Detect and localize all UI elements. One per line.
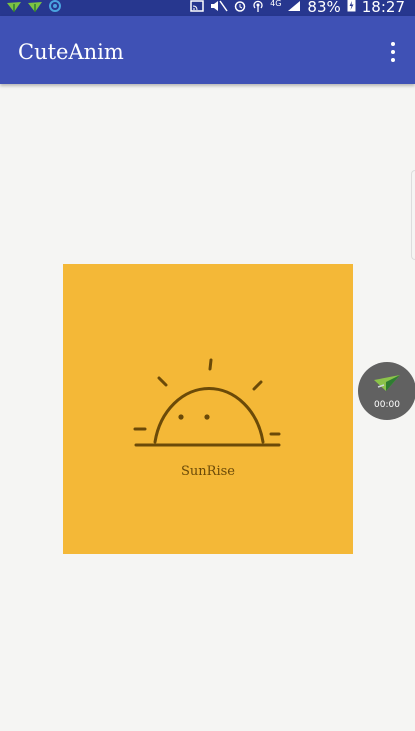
paper-plane-icon	[374, 375, 400, 391]
widget-timer: 00:00	[374, 400, 400, 410]
status-right-icons: 4G 83% 18:27	[190, 0, 405, 16]
sun-left-eye	[178, 414, 184, 420]
floating-timer-widget[interactable]: 00:00	[358, 362, 415, 420]
app-title: CuteAnim	[18, 40, 124, 64]
sync-icon	[48, 0, 62, 17]
signal-icon	[287, 0, 301, 16]
notification-icon	[6, 0, 22, 17]
alarm-icon	[234, 0, 246, 16]
app-bar: CuteAnim	[0, 16, 415, 84]
clock: 18:27	[361, 0, 405, 16]
status-bar: 4G 83% 18:27	[0, 0, 415, 16]
sun-right-eye	[204, 414, 210, 420]
hotspot-icon	[252, 0, 264, 16]
status-left-icons	[6, 0, 62, 16]
notification-icon	[27, 0, 43, 17]
battery-percent: 83%	[307, 0, 341, 16]
card-caption: SunRise	[181, 464, 235, 479]
sunrise-animation-card[interactable]: SunRise	[63, 264, 353, 554]
more-vert-icon[interactable]	[385, 42, 401, 66]
mute-icon	[210, 0, 228, 16]
battery-charging-icon	[347, 0, 356, 16]
cast-icon	[190, 0, 204, 16]
edge-divider	[411, 170, 415, 260]
network-type: 4G	[270, 0, 282, 8]
sunrise-illustration	[133, 358, 281, 447]
